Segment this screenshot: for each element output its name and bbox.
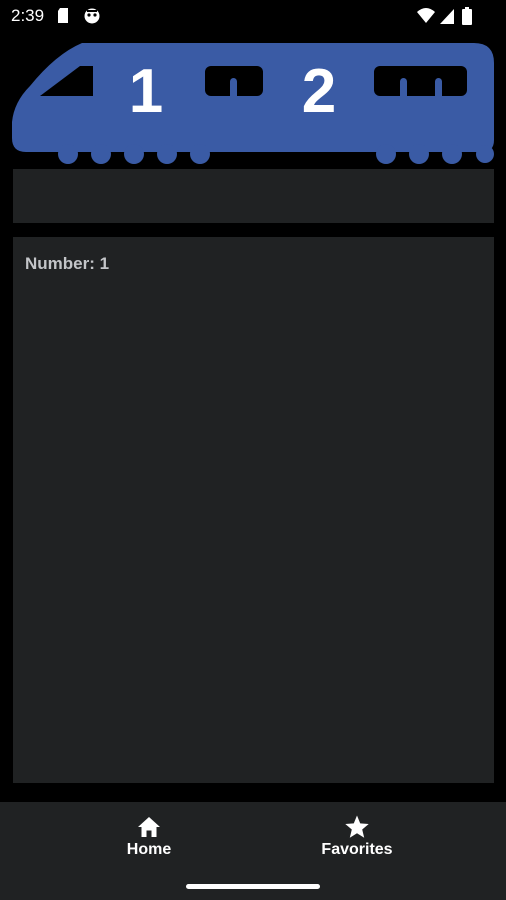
wifi-icon (417, 8, 435, 23)
nav-item-favorites[interactable]: Favorites (287, 814, 427, 859)
status-right-icons (417, 7, 472, 25)
battery-icon (462, 7, 472, 25)
main-panel: Number: 1 (13, 237, 494, 783)
nav-label-favorites: Favorites (321, 841, 393, 858)
status-bar: 2:39 (0, 0, 506, 32)
app-notification-icon (84, 8, 100, 24)
bottom-navigation: Home Favorites (0, 802, 506, 900)
status-left-icons (58, 8, 100, 24)
sd-card-icon (58, 8, 68, 23)
number-label: Number: 1 (25, 254, 110, 273)
nav-label-home: Home (126, 841, 172, 858)
home-icon (138, 817, 160, 837)
car-number-1: 1 (129, 57, 163, 126)
star-icon (345, 815, 369, 838)
car-number-2: 2 (302, 57, 336, 126)
gesture-navigation-bar[interactable] (186, 884, 320, 889)
train-banner: 1 2 (12, 43, 494, 164)
header-panel (13, 169, 494, 223)
status-time: 2:39 (11, 6, 45, 25)
train-icon (12, 43, 494, 164)
cellular-signal-icon (440, 9, 454, 24)
nav-item-home[interactable]: Home (79, 814, 219, 859)
